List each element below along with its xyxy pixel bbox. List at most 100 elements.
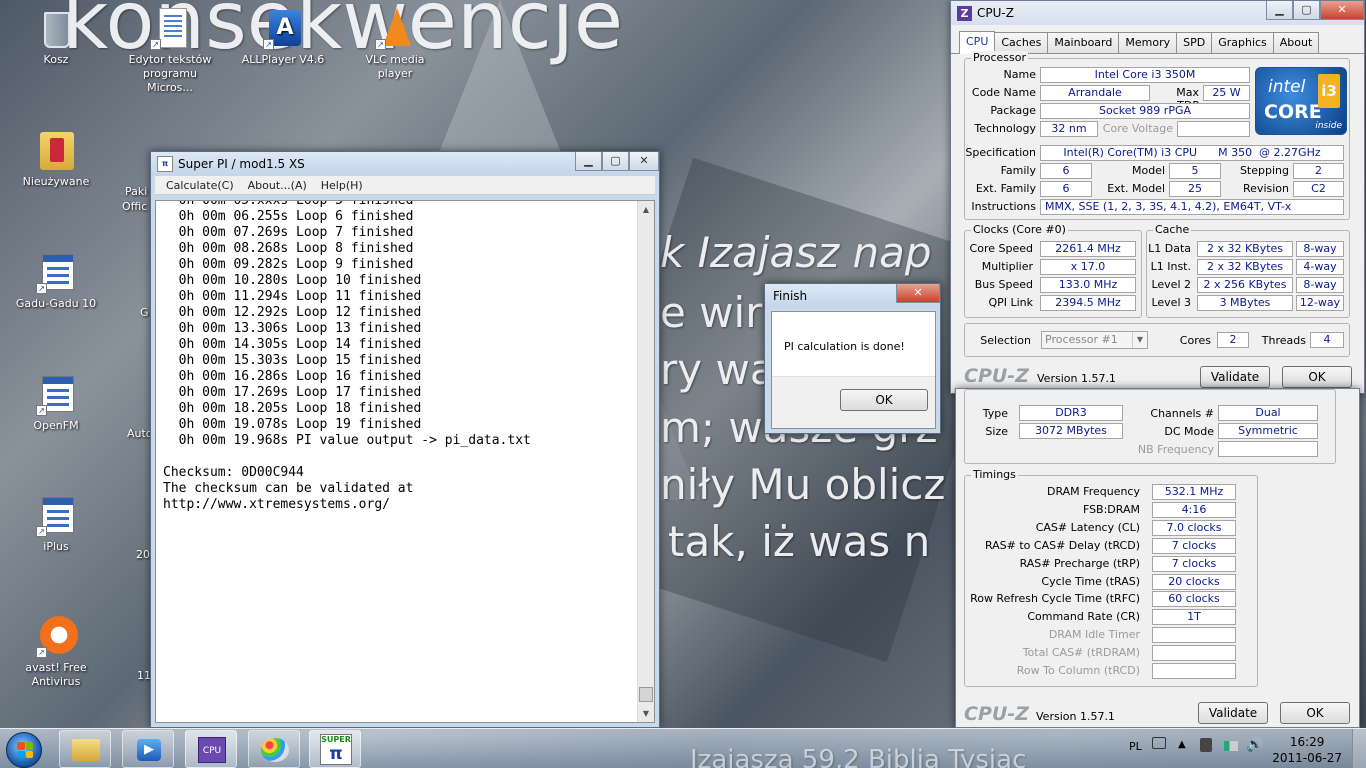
partial-icon-label: 11 [137, 669, 151, 682]
tab-mainboard[interactable]: Mainboard [1047, 32, 1120, 53]
language-indicator[interactable]: PL [1129, 740, 1142, 753]
show-hidden-icons-chevron-icon[interactable]: ▲ [1178, 739, 1186, 750]
desktop-icon-folder[interactable]: Nieużywane [11, 128, 101, 189]
multiplier-value: x 17.0 [1040, 259, 1136, 275]
instructions-label: Instructions [971, 200, 1036, 213]
clock[interactable]: 16:29 2011-06-27 [1272, 734, 1342, 766]
superpi-output[interactable]: 0h 00m 05.xxxs Loop 5 finished 0h 00m 06… [155, 200, 655, 723]
desktop-icon-iplus[interactable]: ↗ iPlus [11, 493, 101, 554]
menu-calculate[interactable]: Calculate(C) [159, 179, 241, 192]
tab-spd[interactable]: SPD [1176, 32, 1213, 53]
taskbar: Izajasza 59,2 Biblia Tysiąc ▶ CPU SUPER … [0, 728, 1366, 768]
l2-value: 2 x 256 KBytes [1197, 277, 1293, 293]
timing-value: 7 clocks [1152, 555, 1236, 572]
taskbar-paint[interactable] [248, 730, 300, 768]
tab-graphics[interactable]: Graphics [1211, 32, 1274, 53]
processor-select[interactable]: Processor #1 ▼ [1041, 331, 1148, 349]
superpi-window[interactable]: π Super PI / mod1.5 XS ▁ ▢ ✕ Calculate(C… [150, 151, 660, 728]
timing-label: Row Refresh Cycle Time (tRFC) [970, 592, 1140, 606]
size-label: Size [985, 425, 1008, 438]
ok-button[interactable]: OK [1280, 702, 1350, 724]
selection-label: Selection [980, 334, 1031, 347]
partial-icon-label: Offic [122, 200, 148, 213]
l1d-label: L1 Data [1148, 242, 1191, 255]
close-button[interactable]: ✕ [896, 284, 940, 303]
desktop-icon-recycle-bin[interactable]: Kosz [11, 6, 101, 67]
taskbar-explorer[interactable] [59, 730, 111, 768]
cpuz-titlebar[interactable]: Z CPU-Z ▁ ▢ ✕ [951, 1, 1364, 25]
action-center-icon[interactable] [1200, 738, 1212, 752]
taskbar-media-player[interactable]: ▶ [122, 730, 174, 768]
desktop-icon-allplayer[interactable]: A ↗ ALLPlayer V4.6 [238, 6, 328, 67]
desktop-icon-openfm[interactable]: ↗ OpenFM [11, 372, 101, 433]
family-value: 6 [1040, 163, 1092, 179]
battery-icon[interactable] [1224, 741, 1238, 751]
tab-memory[interactable]: Memory [1118, 32, 1178, 53]
tab-about[interactable]: About [1272, 32, 1320, 53]
maxtdp-value: 25 W [1203, 85, 1250, 101]
taskbar-cpuz[interactable]: CPU [185, 730, 237, 768]
menu-help[interactable]: Help(H) [314, 179, 370, 192]
cpuz-window[interactable]: Z CPU-Z ▁ ▢ ✕ CPU Caches Mainboard Memor… [950, 0, 1365, 394]
vlc-cone-icon: ↗ [375, 6, 415, 50]
timing-label: Row To Column (tRCD) [1016, 664, 1140, 677]
codename-value: Arrandale [1040, 85, 1150, 101]
media-player-icon: ▶ [137, 739, 161, 761]
validate-button[interactable]: Validate [1200, 366, 1270, 388]
scroll-thumb[interactable] [639, 687, 653, 702]
desktop-icon-word[interactable]: ↗ Edytor tekstów programu Micros... [125, 6, 215, 95]
windows-logo-icon [17, 742, 33, 758]
finish-body: PI calculation is done! OK [771, 311, 936, 429]
minimize-button[interactable]: ▁ [1266, 1, 1293, 20]
show-desktop-button[interactable] [1352, 729, 1366, 768]
taskbar-superpi[interactable]: SUPER π [309, 730, 361, 768]
ok-button[interactable]: OK [840, 389, 928, 411]
paint-icon [261, 738, 289, 762]
l3-way: 12-way [1296, 295, 1344, 311]
cpuz-title: CPU-Z [977, 6, 1014, 20]
desktop-icon-label: Gadu-Gadu 10 [15, 297, 97, 310]
finish-dialog[interactable]: Finish ✕ PI calculation is done! OK [764, 283, 941, 434]
desktop-icon-label: Nieużywane [22, 175, 90, 188]
maximize-button[interactable]: ▢ [602, 152, 629, 171]
dcmode-label: DC Mode [1164, 425, 1214, 438]
codename-label: Code Name [971, 86, 1036, 99]
scroll-up-arrow-icon[interactable]: ▲ [638, 201, 654, 218]
cpuz-memory-window[interactable]: Type DDR3 Size 3072 MBytes Channels # Du… [955, 388, 1360, 728]
menu-about[interactable]: About...(A) [241, 179, 314, 192]
ok-button[interactable]: OK [1282, 366, 1352, 388]
desktop-icon-vlc[interactable]: ↗ VLC media player [350, 6, 440, 81]
close-button[interactable]: ✕ [629, 152, 659, 171]
stepping-label: Stepping [1239, 164, 1289, 177]
timing-label: DRAM Idle Timer [1048, 628, 1140, 642]
timing-label: RAS# to CAS# Delay (tRCD) [984, 538, 1140, 552]
processor-select-value: Processor #1 [1045, 333, 1118, 346]
scroll-down-arrow-icon[interactable]: ▼ [638, 705, 654, 722]
validate-button[interactable]: Validate [1198, 702, 1268, 724]
vertical-scrollbar[interactable]: ▲ ▼ [637, 201, 654, 722]
l1d-value: 2 x 32 KBytes [1197, 241, 1293, 257]
dcmode-value: Symmetric [1218, 423, 1318, 439]
desktop-icon-label: iPlus [43, 540, 69, 553]
desktop-icon-avast[interactable]: ↗ avast! Free Antivirus [11, 614, 101, 689]
superpi-titlebar[interactable]: π Super PI / mod1.5 XS ▁ ▢ ✕ [151, 152, 659, 176]
maximize-button[interactable]: ▢ [1293, 1, 1320, 20]
start-button[interactable] [6, 732, 42, 768]
keyboard-icon[interactable] [1152, 737, 1166, 749]
close-button[interactable]: ✕ [1320, 1, 1364, 20]
desktop-icon-gadu-gadu[interactable]: ↗ Gadu-Gadu 10 [11, 250, 101, 311]
wallpaper-line: e wir [660, 288, 763, 337]
allplayer-icon: A ↗ [263, 6, 303, 50]
extmodel-label: Ext. Model [1107, 182, 1165, 195]
type-value: DDR3 [1019, 405, 1123, 421]
minimize-button[interactable]: ▁ [575, 152, 602, 171]
clock-time: 16:29 [1289, 735, 1325, 749]
timing-value [1152, 663, 1236, 679]
volume-icon[interactable]: 🔊 [1246, 737, 1263, 753]
finish-message: PI calculation is done! [784, 340, 905, 353]
package-value: Socket 989 rPGA [1040, 103, 1250, 119]
stepping-value: 2 [1293, 163, 1344, 179]
wallpaper-line: niły Mu oblicz [660, 460, 946, 509]
tab-caches[interactable]: Caches [994, 32, 1049, 53]
finish-titlebar[interactable]: Finish ✕ [765, 284, 940, 308]
